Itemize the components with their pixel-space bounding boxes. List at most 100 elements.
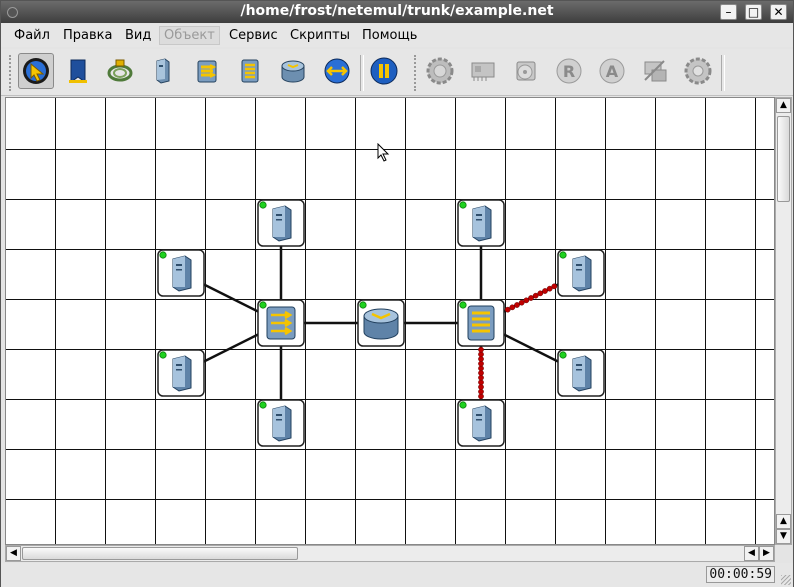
menu-object[interactable]: Объект [159, 26, 220, 45]
maximize-button[interactable]: □ [745, 4, 762, 20]
status-led-icon [459, 401, 467, 409]
resize-grip[interactable] [781, 575, 791, 585]
hub-tool-button[interactable] [189, 53, 225, 89]
cable-tool-button[interactable] [102, 53, 138, 89]
router-icon [281, 60, 305, 83]
menu-view[interactable]: Вид [125, 28, 151, 43]
status-led-icon [359, 301, 367, 309]
computer-tool-button[interactable] [144, 53, 180, 89]
status-led-icon [159, 251, 167, 259]
data-packet [523, 297, 530, 304]
horizontal-scrollbar[interactable]: ◀ ◀ ▶ [5, 545, 775, 562]
data-packet [509, 304, 516, 311]
scroll-left-small-button[interactable]: ◀ [744, 546, 759, 561]
status-led-icon [259, 401, 267, 409]
close-button[interactable]: ✕ [770, 4, 787, 20]
data-packet [478, 346, 484, 353]
scroll-up-button[interactable]: ▲ [776, 98, 791, 113]
mouse-cursor-icon [377, 143, 390, 162]
data-packet [546, 285, 553, 292]
window-title: /home/frost/netemul/trunk/example.net [240, 3, 554, 19]
switch-device[interactable] [457, 299, 505, 347]
text-note-tool-button[interactable] [60, 53, 96, 89]
computer-device[interactable] [157, 349, 205, 397]
scroll-up-small-button[interactable]: ▲ [776, 514, 791, 529]
hub-device[interactable] [257, 299, 305, 347]
interfaces-icon [644, 60, 667, 82]
main-window: /home/frost/netemul/trunk/example.net – … [0, 0, 794, 587]
title-bar[interactable]: /home/frost/netemul/trunk/example.net – … [1, 1, 793, 23]
router-tool-button[interactable] [275, 53, 311, 89]
status-led-icon [559, 251, 567, 259]
menu-help[interactable]: Помощь [362, 28, 417, 43]
menu-bar: Файл Правка Вид Объект Сервис Скрипты По… [1, 24, 793, 47]
arp-table-button[interactable]: A [594, 53, 630, 89]
pause-icon [370, 57, 398, 85]
status-led-icon [459, 301, 467, 309]
status-led-icon [259, 201, 267, 209]
network-canvas[interactable] [5, 97, 775, 545]
menu-edit[interactable]: Правка [63, 28, 112, 43]
data-packet [514, 302, 520, 308]
send-tool-button[interactable] [319, 53, 355, 89]
svg-text:A: A [606, 62, 619, 81]
switch-icon [467, 305, 495, 341]
computer-device[interactable] [457, 199, 505, 247]
device-settings-button[interactable] [422, 53, 458, 89]
settings-gear-icon [426, 57, 454, 85]
text-note-icon [69, 59, 87, 83]
toolbar-grip[interactable] [9, 55, 15, 91]
computer-device[interactable] [457, 399, 505, 447]
data-packet [537, 290, 544, 297]
network-card-icon [471, 62, 495, 81]
minimize-button[interactable]: – [720, 4, 737, 20]
interfaces-button[interactable] [637, 53, 673, 89]
svg-text:R: R [563, 62, 575, 81]
data-packet [528, 295, 534, 301]
computer-device[interactable] [557, 349, 605, 397]
router-device[interactable] [357, 299, 405, 347]
routing-table-button[interactable]: R [551, 53, 587, 89]
scroll-down-button[interactable]: ▼ [776, 529, 791, 544]
scroll-left-button[interactable]: ◀ [6, 546, 21, 561]
toolbar-separator-2 [721, 55, 725, 91]
data-packet [542, 288, 548, 294]
routing-table-icon: R [556, 58, 582, 84]
status-led-icon [559, 351, 567, 359]
data-packet [532, 292, 539, 299]
computer-device[interactable] [557, 249, 605, 297]
data-packet [518, 299, 525, 306]
computer-device[interactable] [157, 249, 205, 297]
network-card-button[interactable] [465, 53, 501, 89]
select-tool-button[interactable] [18, 53, 54, 89]
switch-tool-button[interactable] [232, 53, 268, 89]
toolbar: R A [1, 49, 793, 96]
properties-gear-icon [684, 57, 712, 85]
switch-icon [241, 59, 259, 83]
pause-button[interactable] [366, 53, 402, 89]
menu-scripts[interactable]: Скрипты [290, 28, 350, 43]
toolbar-grip-2[interactable] [414, 55, 420, 91]
status-led-icon [259, 301, 267, 309]
select-arrow-icon [23, 58, 49, 84]
data-packet [551, 283, 558, 290]
vertical-scroll-thumb[interactable] [777, 116, 790, 202]
program-disc-icon [516, 61, 536, 81]
status-bar: 00:00:59 [1, 563, 793, 587]
computer-device[interactable] [257, 399, 305, 447]
computer-device[interactable] [257, 199, 305, 247]
data-packet [504, 306, 511, 313]
scroll-right-button[interactable]: ▶ [759, 546, 774, 561]
vertical-scrollbar[interactable]: ▲ ▲ ▼ [775, 97, 792, 545]
cable-icon [107, 59, 133, 82]
programs-button[interactable] [508, 53, 544, 89]
send-icon [324, 58, 350, 84]
status-led-icon [459, 201, 467, 209]
hub-icon [197, 60, 217, 83]
network-scene[interactable] [6, 98, 775, 545]
menu-file[interactable]: Файл [14, 28, 50, 43]
menu-service[interactable]: Сервис [229, 28, 278, 43]
properties-button[interactable] [680, 53, 716, 89]
horizontal-scroll-thumb[interactable] [22, 547, 298, 560]
arp-table-icon: A [599, 58, 625, 84]
